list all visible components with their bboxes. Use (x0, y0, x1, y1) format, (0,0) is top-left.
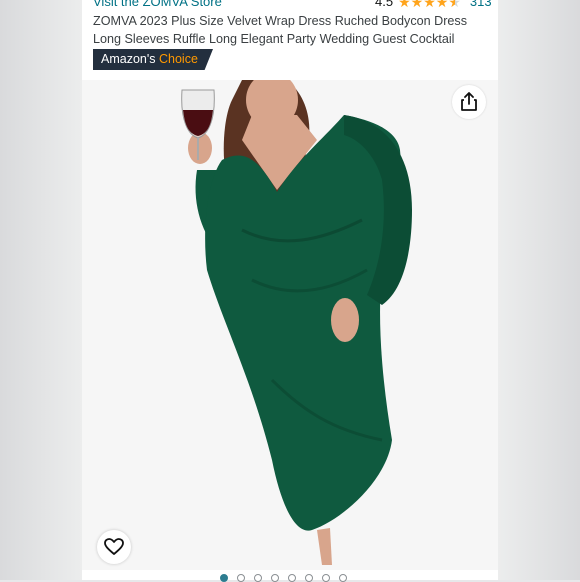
carousel-dot[interactable] (220, 574, 228, 582)
star-icon: ★ (435, 0, 449, 10)
rating-value: 4.5 (375, 0, 394, 9)
wishlist-button[interactable] (97, 530, 131, 564)
star-icon: ★ (423, 0, 436, 10)
rating-summary[interactable]: 4.5 ★ ★ ★ ★ ★ 313 (375, 0, 492, 9)
carousel-dot[interactable] (254, 574, 262, 582)
badge-highlight: Choice (158, 52, 198, 66)
carousel-dot[interactable] (339, 574, 347, 582)
product-title: ZOMVA 2023 Plus Size Velvet Wrap Dress R… (93, 14, 468, 46)
carousel-dot[interactable] (288, 574, 296, 582)
star-rating: ★ ★ ★ ★ ★ (398, 0, 461, 9)
star-icon: ★ (398, 0, 411, 10)
product-image[interactable] (82, 72, 498, 570)
carousel-dot[interactable] (322, 574, 330, 582)
background-left (0, 0, 82, 580)
carousel-dot[interactable] (305, 574, 313, 582)
share-icon (461, 92, 477, 111)
star-half-icon: ★ (448, 0, 461, 9)
background-right (498, 0, 580, 580)
carousel-dot[interactable] (237, 574, 245, 582)
star-icon: ★ (410, 0, 424, 10)
image-carousel-dots[interactable] (220, 574, 347, 582)
badge-prefix: Amazon's (101, 52, 156, 66)
share-button[interactable] (452, 85, 486, 119)
rating-count[interactable]: 313 (470, 0, 492, 9)
store-link[interactable]: Visit the ZOMVA Store (93, 0, 222, 9)
product-card: Visit the ZOMVA Store 4.5 ★ ★ ★ ★ ★ 313 … (82, 0, 498, 582)
product-header: Visit the ZOMVA Store 4.5 ★ ★ ★ ★ ★ 313 … (82, 0, 498, 80)
product-photo-illustration (82, 72, 498, 570)
carousel-dot[interactable] (271, 574, 279, 582)
heart-icon (104, 538, 124, 555)
amazons-choice-badge: Amazon's Choice (93, 49, 213, 70)
